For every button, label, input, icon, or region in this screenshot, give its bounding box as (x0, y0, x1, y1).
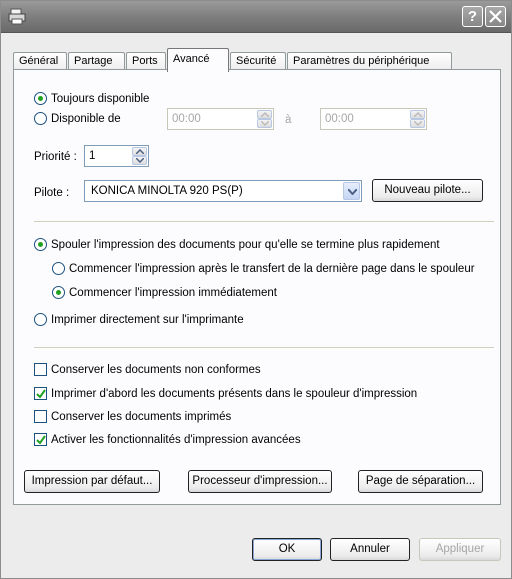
time-range-to-label: à (285, 114, 292, 126)
end-time-spinner[interactable] (410, 110, 425, 128)
divider (34, 347, 494, 349)
start-immediately-label: Commencer l'impression immédiatement (69, 287, 277, 299)
spool-label: Spouler l'impression des documents pour … (51, 239, 440, 251)
title-bar: ? (1, 1, 511, 33)
driver-select[interactable]: KONICA MINOLTA 920 PS(P) (84, 180, 362, 202)
keep-printed-label: Conserver les documents imprimés (51, 411, 232, 423)
separator-page-button[interactable]: Page de séparation... (358, 470, 483, 493)
checkmark-icon (36, 389, 46, 399)
tab-advanced[interactable]: Avancé (167, 48, 229, 72)
help-icon: ? (467, 8, 478, 25)
start-after-last-page-label: Commencer l'impression après le transfer… (69, 263, 475, 275)
hold-mismatched-label: Conserver les documents non conformes (51, 364, 261, 376)
spin-up-icon (132, 147, 147, 156)
spool-radio[interactable] (34, 238, 47, 251)
advanced-features-label: Activer les fonctionnalités d'impression… (51, 434, 301, 446)
available-from-radio[interactable] (34, 112, 47, 125)
spin-down-icon (257, 119, 272, 128)
advanced-features-checkbox[interactable] (34, 433, 47, 446)
spooled-first-checkbox[interactable] (34, 387, 47, 400)
start-after-last-page-radio[interactable] (52, 262, 65, 275)
divider (34, 221, 494, 223)
checkmark-icon (36, 435, 46, 445)
start-immediately-radio[interactable] (52, 286, 65, 299)
new-driver-button[interactable]: Nouveau pilote... (372, 179, 483, 202)
printing-defaults-button[interactable]: Impression par défaut... (24, 470, 160, 493)
advanced-panel: Toujours disponible Disponible de 00:00 … (13, 69, 501, 505)
print-direct-radio[interactable] (34, 313, 47, 326)
printer-properties-window: ? Général Partage Ports Avancé Sécurité … (0, 0, 512, 579)
apply-button[interactable]: Appliquer (419, 538, 501, 561)
chevron-down-icon[interactable] (343, 182, 360, 200)
available-from-label: Disponible de (51, 113, 121, 125)
always-available-label: Toujours disponible (51, 93, 150, 105)
spin-up-icon (257, 110, 272, 119)
hold-mismatched-checkbox[interactable] (34, 363, 47, 376)
start-time-value: 00:00 (172, 113, 201, 125)
tab-strip: Général Partage Ports Avancé Sécurité Pa… (13, 48, 503, 72)
end-time-field[interactable]: 00:00 (320, 108, 427, 130)
end-time-value: 00:00 (325, 113, 354, 125)
spin-down-icon (410, 119, 425, 128)
help-button[interactable]: ? (462, 6, 483, 27)
always-available-radio[interactable] (34, 92, 47, 105)
start-time-field[interactable]: 00:00 (167, 108, 274, 130)
priority-field[interactable]: 1 (84, 145, 149, 167)
spin-down-icon (132, 156, 147, 165)
close-icon (489, 10, 502, 23)
spooled-first-label: Imprimer d'abord les documents présents … (51, 388, 418, 400)
spin-up-icon (410, 110, 425, 119)
print-direct-label: Imprimer directement sur l'imprimante (51, 314, 244, 326)
start-time-spinner[interactable] (257, 110, 272, 128)
driver-selected-value: KONICA MINOLTA 920 PS(P) (91, 185, 243, 197)
ok-button[interactable]: OK (252, 538, 322, 561)
keep-printed-checkbox[interactable] (34, 410, 47, 423)
priority-label: Priorité : (34, 151, 77, 163)
cancel-button[interactable]: Annuler (330, 538, 410, 561)
print-processor-button[interactable]: Processeur d'impression... (188, 470, 332, 493)
priority-value: 1 (89, 150, 96, 162)
printer-icon (8, 8, 26, 25)
close-button[interactable] (485, 6, 506, 27)
driver-label: Pilote : (34, 187, 70, 199)
priority-spinner[interactable] (132, 147, 147, 165)
